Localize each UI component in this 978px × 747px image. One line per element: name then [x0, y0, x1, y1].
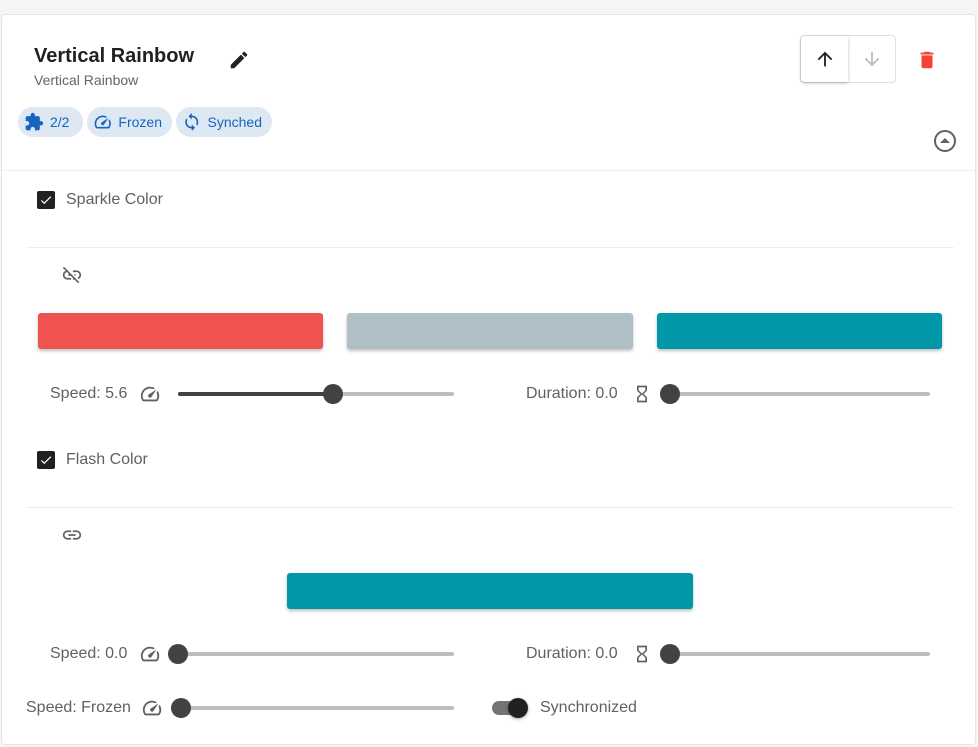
- sparkle-checkbox[interactable]: [37, 191, 55, 209]
- slider-thumb[interactable]: [323, 384, 343, 404]
- global-speed-label: Speed: Frozen: [26, 699, 131, 716]
- sparkle-divider: [26, 247, 954, 248]
- flash-duration-slider[interactable]: [660, 642, 930, 666]
- chip-sync-label: Synched: [207, 114, 262, 130]
- arrow-down-icon: [864, 51, 879, 67]
- speedometer-icon: [139, 643, 161, 670]
- delete-button[interactable]: [914, 47, 940, 73]
- chip-speed-label: Frozen: [118, 114, 162, 130]
- slider-track: [178, 392, 333, 396]
- move-down-button[interactable]: [848, 36, 895, 82]
- link-off-icon: [62, 266, 82, 284]
- sparkle-checkbox-label: Sparkle Color: [66, 191, 163, 208]
- speedometer-icon: [141, 697, 163, 724]
- move-up-button[interactable]: [801, 36, 848, 82]
- slider-thumb[interactable]: [171, 698, 191, 718]
- edit-button[interactable]: [226, 47, 252, 73]
- slider-thumb[interactable]: [660, 644, 680, 664]
- sync-icon: [185, 113, 199, 131]
- sparkle-color-swatch-2[interactable]: [347, 313, 633, 349]
- flash-speed-label: Speed: 0.0: [50, 645, 128, 662]
- trash-icon: [920, 51, 934, 69]
- flash-checkbox-label: Flash Color: [66, 451, 148, 468]
- header-divider: [2, 170, 977, 171]
- slider-rail: [171, 706, 454, 710]
- flash-color-swatch[interactable]: [287, 573, 693, 609]
- flash-checkbox[interactable]: [37, 451, 55, 469]
- sparkle-color-swatch-3[interactable]: [657, 313, 942, 349]
- synchronized-switch[interactable]: [490, 696, 532, 720]
- chip-sync: Synched: [176, 107, 272, 137]
- sparkle-color-swatch-1[interactable]: [38, 313, 323, 349]
- flash-divider: [26, 507, 954, 508]
- collapse-button[interactable]: [932, 128, 958, 154]
- chip-speed: Frozen: [87, 107, 172, 137]
- speedometer-icon: [139, 383, 161, 410]
- effect-card: Vertical Rainbow Vertical Rainbow 2/2 Fr…: [1, 14, 977, 745]
- slider-thumb[interactable]: [168, 644, 188, 664]
- synchronized-label: Synchronized: [540, 699, 637, 716]
- unlink-toggle-button[interactable]: [60, 263, 84, 287]
- global-speed-slider[interactable]: [171, 696, 454, 720]
- slider-rail: [660, 652, 930, 656]
- slider-rail: [168, 652, 454, 656]
- switch-thumb[interactable]: [508, 698, 528, 718]
- sparkle-speed-label: Speed: 5.6: [50, 385, 128, 402]
- check-icon: [40, 456, 52, 465]
- flash-speed-slider[interactable]: [168, 642, 454, 666]
- pencil-icon: [230, 51, 248, 69]
- arrow-up-icon: [817, 51, 832, 67]
- sparkle-duration-slider[interactable]: [660, 382, 930, 406]
- hourglass-icon: [632, 643, 652, 670]
- sparkle-speed-slider[interactable]: [178, 382, 454, 406]
- check-icon: [40, 196, 52, 205]
- link-toggle-button[interactable]: [60, 523, 84, 547]
- hourglass-icon: [632, 383, 652, 410]
- puzzle-icon: [25, 112, 44, 131]
- effect-subtitle: Vertical Rainbow: [34, 72, 139, 88]
- reorder-button-group: [800, 35, 896, 83]
- flash-duration-label: Duration: 0.0: [526, 645, 618, 662]
- speedometer-icon: [94, 115, 111, 129]
- slider-thumb[interactable]: [660, 384, 680, 404]
- effect-title: Vertical Rainbow: [34, 45, 195, 67]
- chip-parts-label: 2/2: [50, 114, 70, 130]
- sparkle-duration-label: Duration: 0.0: [526, 385, 618, 402]
- chip-parts: 2/2: [18, 107, 83, 137]
- chevron-up-circle-icon: [934, 130, 956, 152]
- link-icon: [62, 530, 82, 540]
- slider-rail: [660, 392, 930, 396]
